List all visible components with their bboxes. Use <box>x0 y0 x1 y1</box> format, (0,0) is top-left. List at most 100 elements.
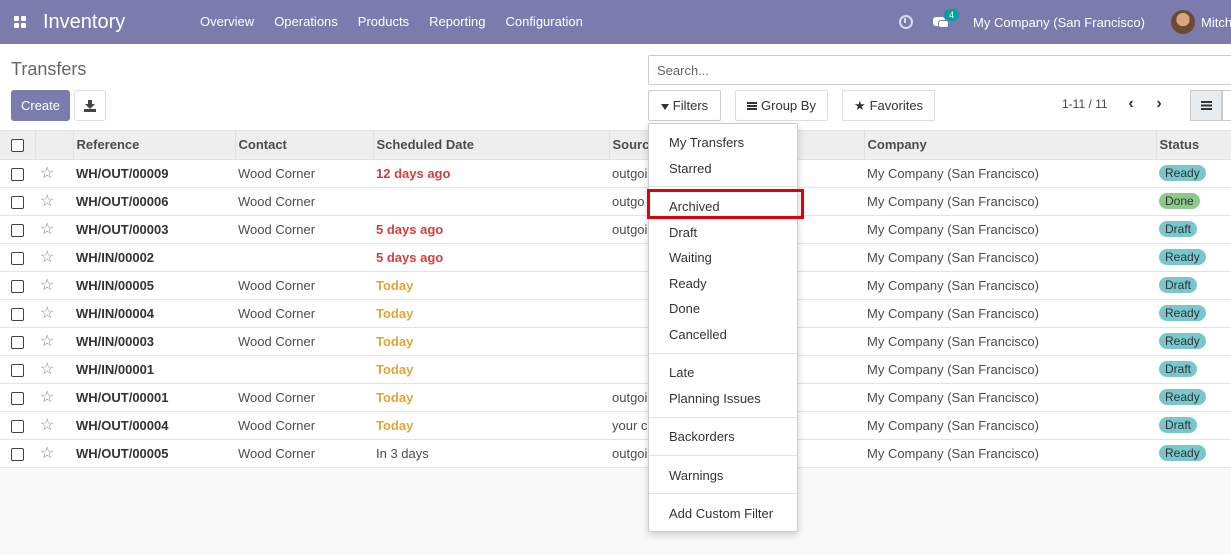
table-row[interactable]: ☆ WH/IN/00004 Wood Corner Today My Company (… <box>0 299 1231 328</box>
row-select-cell[interactable] <box>0 299 35 328</box>
row-checkbox[interactable] <box>11 307 24 321</box>
filter-planning-issues[interactable]: Planning Issues <box>669 391 761 406</box>
row-star-cell[interactable]: ☆ <box>35 439 73 468</box>
pager-next-icon[interactable]: › <box>1153 95 1165 112</box>
header-reference[interactable]: Reference <box>73 131 236 160</box>
select-all-checkbox[interactable] <box>11 139 24 153</box>
favorites-button[interactable]: ★ Favorites <box>842 90 935 121</box>
table-row[interactable]: ☆ WH/IN/00005 Wood Corner Today My Company (… <box>0 271 1231 300</box>
star-icon[interactable]: ☆ <box>40 249 54 266</box>
create-button[interactable]: Create <box>11 90 70 121</box>
search-input[interactable] <box>648 55 1231 85</box>
filter-starred[interactable]: Starred <box>669 161 712 176</box>
star-icon[interactable]: ☆ <box>40 277 54 294</box>
star-icon[interactable]: ☆ <box>40 445 54 462</box>
filter-late[interactable]: Late <box>669 365 694 380</box>
row-star-cell[interactable]: ☆ <box>35 271 73 300</box>
row-checkbox[interactable] <box>11 251 24 265</box>
row-checkbox[interactable] <box>11 167 24 181</box>
row-select-cell[interactable] <box>0 355 35 384</box>
kanban-view-button[interactable] <box>1222 90 1231 121</box>
row-checkbox[interactable] <box>11 391 24 405</box>
table-row[interactable]: ☆ WH/OUT/00009 Wood Corner 12 days ago outgo… <box>0 159 1231 188</box>
user-menu[interactable]: Mitch <box>1201 15 1231 30</box>
row-select-cell[interactable] <box>0 187 35 216</box>
menu-overview[interactable]: Overview <box>190 0 264 44</box>
menu-configuration[interactable]: Configuration <box>495 0 592 44</box>
activity-clock-icon[interactable] <box>899 15 914 29</box>
menu-divider <box>649 353 797 354</box>
row-select-cell[interactable] <box>0 215 35 244</box>
row-checkbox[interactable] <box>11 363 24 377</box>
row-star-cell[interactable]: ☆ <box>35 411 73 440</box>
row-checkbox[interactable] <box>11 419 24 433</box>
table-row[interactable]: ☆ WH/OUT/00006 Wood Corner outgo My Company … <box>0 187 1231 216</box>
header-status[interactable]: Status <box>1156 131 1231 160</box>
row-checkbox[interactable] <box>11 447 24 461</box>
menu-products[interactable]: Products <box>348 0 419 44</box>
table-row[interactable]: ☆ WH/IN/00002 5 days ago My Company (San Fr… <box>0 243 1231 272</box>
filters-button[interactable]: Filters <box>648 90 721 121</box>
pager-previous-icon[interactable]: ‹ <box>1125 95 1137 112</box>
row-select-cell[interactable] <box>0 439 35 468</box>
row-star-cell[interactable]: ☆ <box>35 327 73 356</box>
row-star-cell[interactable]: ☆ <box>35 215 73 244</box>
row-select-cell[interactable] <box>0 159 35 188</box>
row-checkbox[interactable] <box>11 335 24 349</box>
star-icon[interactable]: ☆ <box>40 389 54 406</box>
row-star-cell[interactable]: ☆ <box>35 159 73 188</box>
row-select-cell[interactable] <box>0 327 35 356</box>
table-row[interactable]: ☆ WH/OUT/00001 Wood Corner Today outgoi My Co… <box>0 383 1231 412</box>
export-button[interactable] <box>74 90 106 121</box>
apps-menu-icon[interactable] <box>0 0 40 44</box>
star-icon[interactable]: ☆ <box>40 361 54 378</box>
header-scheduled-date[interactable]: Scheduled Date <box>373 131 610 160</box>
row-star-cell[interactable]: ☆ <box>35 243 73 272</box>
filter-my-transfers[interactable]: My Transfers <box>669 135 744 150</box>
group-by-button[interactable]: Group By <box>735 90 828 121</box>
select-all-cell[interactable] <box>0 131 36 160</box>
table-row[interactable]: ☆ WH/OUT/00004 Wood Corner Today your c My Co… <box>0 411 1231 440</box>
row-checkbox[interactable] <box>11 223 24 237</box>
row-checkbox[interactable] <box>11 195 24 209</box>
star-icon[interactable]: ☆ <box>40 193 54 210</box>
company-switcher[interactable]: My Company (San Francisco) <box>973 15 1145 30</box>
star-icon[interactable]: ☆ <box>40 333 54 350</box>
row-select-cell[interactable] <box>0 271 35 300</box>
table-row[interactable]: ☆ WH/IN/00003 Wood Corner Today My Company (… <box>0 327 1231 356</box>
filter-warnings[interactable]: Warnings <box>669 468 723 483</box>
add-custom-filter[interactable]: Add Custom Filter <box>669 506 773 521</box>
pager-value[interactable]: 1-11 / 11 <box>1062 97 1108 111</box>
row-checkbox[interactable] <box>11 279 24 293</box>
user-avatar[interactable] <box>1171 10 1195 34</box>
header-contact[interactable]: Contact <box>235 131 374 160</box>
table-row[interactable]: ☆ WH/OUT/00005 Wood Corner In 3 days outgoi M… <box>0 439 1231 468</box>
star-icon[interactable]: ☆ <box>40 417 54 434</box>
row-star-cell[interactable]: ☆ <box>35 355 73 384</box>
status-badge: Ready <box>1159 249 1206 265</box>
filter-ready[interactable]: Ready <box>669 276 707 291</box>
row-star-cell[interactable]: ☆ <box>35 187 73 216</box>
filter-done[interactable]: Done <box>669 301 700 316</box>
row-select-cell[interactable] <box>0 411 35 440</box>
row-star-cell[interactable]: ☆ <box>35 383 73 412</box>
filter-backorders[interactable]: Backorders <box>669 429 735 444</box>
cell-scheduled-date: In 3 days <box>373 439 609 468</box>
star-icon[interactable]: ☆ <box>40 305 54 322</box>
row-select-cell[interactable] <box>0 383 35 412</box>
list-view-button[interactable] <box>1190 90 1222 121</box>
filter-draft[interactable]: Draft <box>669 225 697 240</box>
star-icon[interactable]: ☆ <box>40 221 54 238</box>
filter-cancelled[interactable]: Cancelled <box>669 327 727 342</box>
menu-operations[interactable]: Operations <box>264 0 348 44</box>
menu-reporting[interactable]: Reporting <box>419 0 495 44</box>
table-row[interactable]: ☆ WH/IN/00001 Today My Company (San Francis… <box>0 355 1231 384</box>
messages-icon[interactable]: 4 <box>933 9 960 29</box>
star-icon[interactable]: ☆ <box>40 165 54 182</box>
row-star-cell[interactable]: ☆ <box>35 299 73 328</box>
row-select-cell[interactable] <box>0 243 35 272</box>
app-title[interactable]: Inventory <box>43 11 188 34</box>
filter-waiting[interactable]: Waiting <box>669 250 712 265</box>
table-row[interactable]: ☆ WH/OUT/00003 Wood Corner 5 days ago outgoi… <box>0 215 1231 244</box>
header-company[interactable]: Company <box>864 131 1157 160</box>
